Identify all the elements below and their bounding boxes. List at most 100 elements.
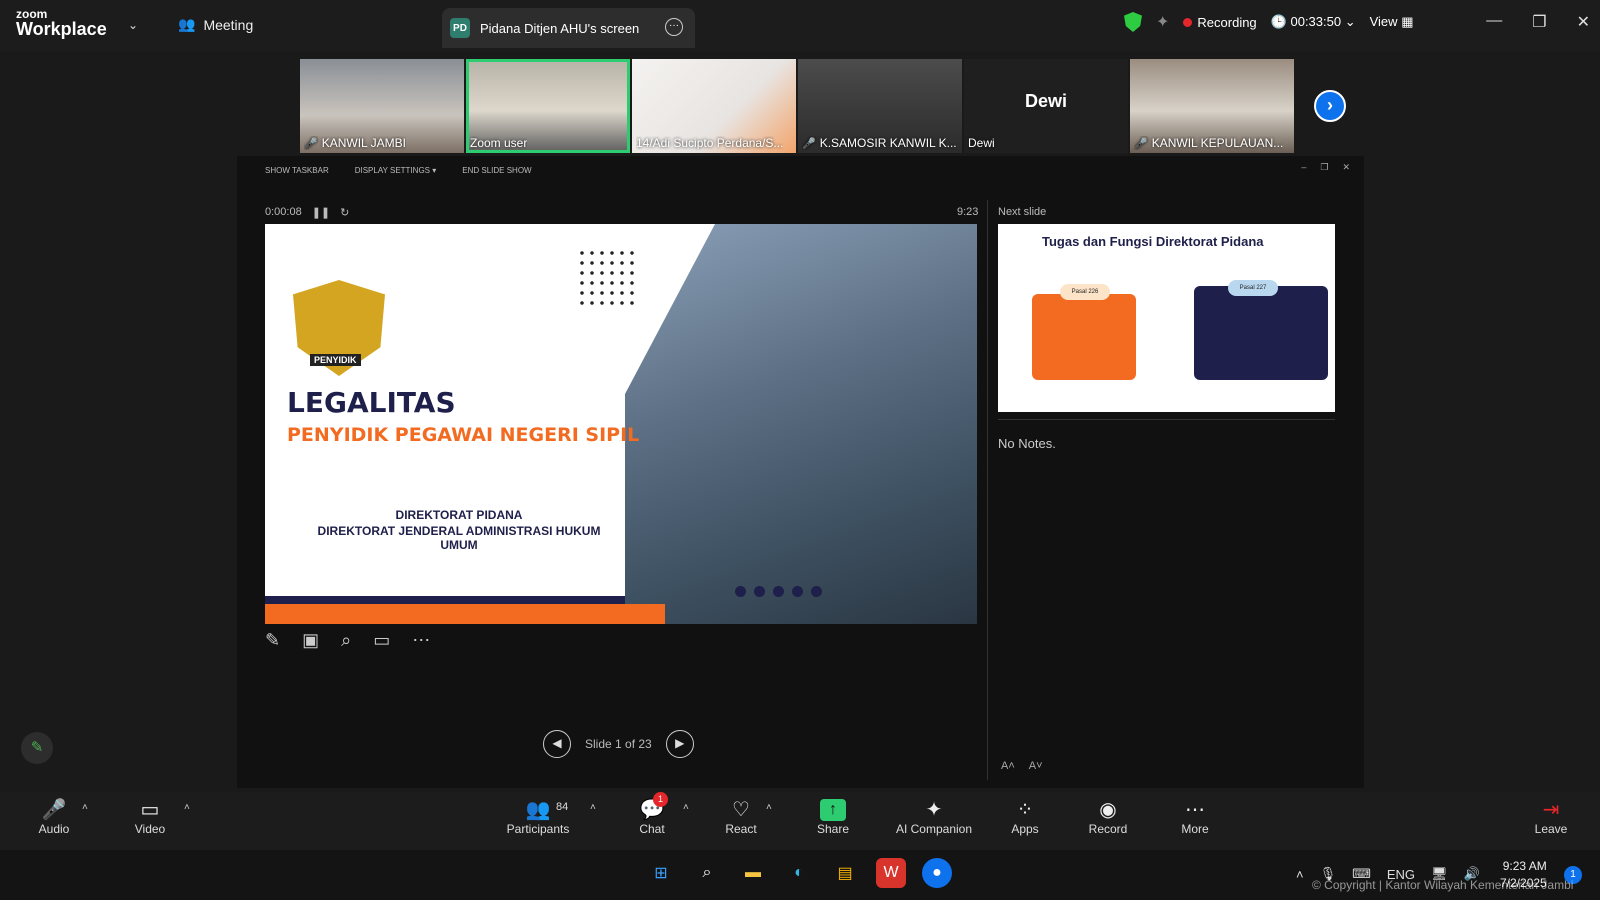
- ps-close-icon[interactable]: ✕: [1342, 162, 1350, 173]
- view-button[interactable]: View ▦: [1370, 14, 1414, 30]
- shared-screen-tab[interactable]: PD Pidana Ditjen AHU's screen ···: [442, 8, 695, 48]
- title-bar: zoom Workplace ⌄ 👥 Meeting PD Pidana Dit…: [0, 0, 1600, 52]
- ps-minimize-icon[interactable]: –: [1301, 162, 1306, 173]
- subtitles-icon[interactable]: ▭: [373, 630, 390, 651]
- audio-button[interactable]: 🎤 Audio: [34, 798, 74, 836]
- participants-button[interactable]: 👥 84 Participants: [502, 798, 574, 836]
- increase-font-icon[interactable]: A˄: [1001, 760, 1015, 772]
- tile-name: 🎤 KANWIL KEPULAUAN...: [1134, 136, 1283, 150]
- previous-slide-icon[interactable]: ◀: [543, 730, 571, 758]
- video-tile[interactable]: 🎤 KANWIL KEPULAUAN...: [1130, 59, 1294, 153]
- ai-companion-button[interactable]: ✦ AI Companion: [890, 798, 978, 836]
- meeting-controls: 🎤 Audio ˄ ▭ Video ˄ 👥 84 Participants ˄ …: [0, 792, 1600, 850]
- windows-taskbar: ⊞ ⌕ ▬ ◐ ▤ W ● ˄ 🎙 ⌨ ENG 🖥 🔊 9:23 AM 7/2/…: [0, 850, 1600, 900]
- mic-muted-icon: 🎤: [1134, 137, 1148, 150]
- chevron-down-icon[interactable]: ⌄: [128, 18, 138, 32]
- next-slide-icon[interactable]: ▶: [665, 730, 694, 758]
- display-settings-button[interactable]: DISPLAY SETTINGS ▾: [355, 166, 437, 175]
- zoom-logo[interactable]: zoom Workplace: [16, 8, 107, 38]
- meeting-label: Meeting: [203, 16, 254, 33]
- tile-name: Zoom user: [470, 136, 527, 150]
- video-gallery-strip: 🎤 KANWIL JAMBI Zoom user 14/Adi Sucipto P…: [300, 59, 1294, 153]
- video-tile[interactable]: 🎤 K.SAMOSIR KANWIL K...: [798, 59, 962, 153]
- restore-icon[interactable]: ❐: [1532, 12, 1546, 32]
- video-tile[interactable]: 🎤 KANWIL JAMBI: [300, 59, 464, 153]
- video-tile[interactable]: Dewi Dewi: [964, 59, 1128, 153]
- encryption-shield-icon[interactable]: [1124, 12, 1142, 32]
- slide-title: LEGALITAS: [287, 386, 456, 419]
- current-slide[interactable]: PENYIDIK LEGALITAS PENYIDIK PEGAWAI NEGE…: [265, 224, 977, 624]
- leave-label: Leave: [1534, 822, 1568, 836]
- search-icon[interactable]: ⌕: [692, 858, 722, 888]
- leave-button[interactable]: ⇥ Leave: [1532, 798, 1570, 836]
- share-button[interactable]: ↑ Share: [812, 798, 854, 836]
- apps-button[interactable]: ⁘ Apps: [1006, 798, 1044, 836]
- next-slide-box: [1032, 294, 1136, 380]
- recording-indicator[interactable]: Recording: [1183, 14, 1257, 30]
- more-button[interactable]: ⋯ More: [1176, 798, 1214, 836]
- decorative-band: [265, 604, 665, 624]
- end-slide-show-button[interactable]: END SLIDE SHOW: [462, 166, 531, 175]
- participant-name: Zoom user: [470, 136, 528, 150]
- pen-icon[interactable]: ✎: [265, 630, 280, 651]
- leave-icon: ⇥: [1542, 799, 1560, 821]
- slide-org-line-1: DIREKTORAT PIDANA: [395, 508, 523, 522]
- tile-name: Dewi: [968, 136, 995, 150]
- record-button[interactable]: ◉ Record: [1086, 798, 1130, 836]
- building-photo: [625, 224, 977, 624]
- shared-screen-label: Pidana Ditjen AHU's screen: [480, 20, 640, 36]
- slide-subtitle: PENYIDIK PEGAWAI NEGERI SIPIL: [287, 424, 640, 446]
- ai-sparkle-icon: ✦: [925, 799, 943, 821]
- sparkle-icon[interactable]: ✦: [1156, 12, 1169, 32]
- participants-caret-icon[interactable]: ˄: [590, 802, 596, 813]
- chevron-up-icon[interactable]: ˄: [1296, 867, 1304, 882]
- gallery-next-arrow-icon[interactable]: ›: [1314, 90, 1346, 122]
- pasal-label: Pasal 227: [1228, 280, 1278, 296]
- meeting-menu-button[interactable]: 👥 Meeting: [178, 16, 253, 33]
- zoom-slide-icon[interactable]: ⌕: [341, 630, 351, 651]
- share-arrow-icon: ↑: [820, 799, 846, 821]
- show-taskbar-button[interactable]: SHOW TASKBAR: [265, 166, 329, 175]
- more-icon[interactable]: ···: [665, 18, 683, 36]
- store-icon[interactable]: ▤: [830, 858, 860, 888]
- meeting-timer[interactable]: 🕒 00:33:50 ⌄: [1271, 14, 1356, 30]
- chat-button[interactable]: 💬 1 Chat: [632, 792, 672, 836]
- video-options-caret-icon[interactable]: ˄: [184, 802, 190, 813]
- video-button[interactable]: ▭ Video: [128, 798, 172, 836]
- minimize-icon[interactable]: —: [1486, 12, 1502, 32]
- divider: [987, 200, 988, 780]
- recording-label: Recording: [1197, 14, 1257, 30]
- ps-restore-icon[interactable]: ❐: [1320, 162, 1328, 173]
- edge-browser-icon[interactable]: ◐: [784, 858, 814, 888]
- video-tile[interactable]: 14/Adi Sucipto Perdana/S...: [632, 59, 796, 153]
- chat-label: Chat: [639, 822, 665, 836]
- file-explorer-icon[interactable]: ▬: [738, 858, 768, 888]
- audio-options-caret-icon[interactable]: ˄: [82, 802, 88, 813]
- video-tile-active-speaker[interactable]: Zoom user: [466, 59, 630, 153]
- view-label: View: [1369, 14, 1398, 29]
- slide-counter: Slide 1 of 23: [585, 737, 652, 751]
- pause-icon[interactable]: ❚❚: [312, 206, 330, 219]
- slide-tools: ✎ ▣ ⌕ ▭ ⋯: [265, 630, 430, 651]
- people-icon: 👥: [178, 16, 196, 32]
- see-all-slides-icon[interactable]: ▣: [302, 630, 319, 651]
- audio-label: Audio: [38, 822, 70, 836]
- mic-muted-icon: 🎤: [41, 799, 67, 821]
- react-caret-icon[interactable]: ˄: [766, 802, 772, 813]
- decrease-font-icon[interactable]: A˅: [1029, 760, 1043, 772]
- more-options-icon[interactable]: ⋯: [412, 630, 430, 651]
- windows-start-icon[interactable]: ⊞: [646, 858, 676, 888]
- wps-office-icon[interactable]: W: [876, 858, 906, 888]
- react-button[interactable]: ♡ React: [721, 798, 761, 836]
- zoom-app-icon[interactable]: ●: [922, 858, 952, 888]
- ai-label: AI Companion: [895, 822, 973, 836]
- presenter-badge: PD: [450, 18, 470, 38]
- chat-caret-icon[interactable]: ˄: [683, 802, 689, 813]
- record-icon: ◉: [1099, 799, 1117, 821]
- reset-icon[interactable]: ↻: [340, 206, 349, 219]
- presenter-timer: 0:00:08 ❚❚ ↻: [265, 206, 349, 219]
- close-icon[interactable]: ✕: [1577, 12, 1590, 32]
- annotate-pencil-icon[interactable]: ✎: [21, 732, 53, 764]
- react-label: React: [725, 822, 757, 836]
- next-slide-thumbnail[interactable]: Tugas dan Fungsi Direktorat Pidana Pasal…: [998, 224, 1335, 412]
